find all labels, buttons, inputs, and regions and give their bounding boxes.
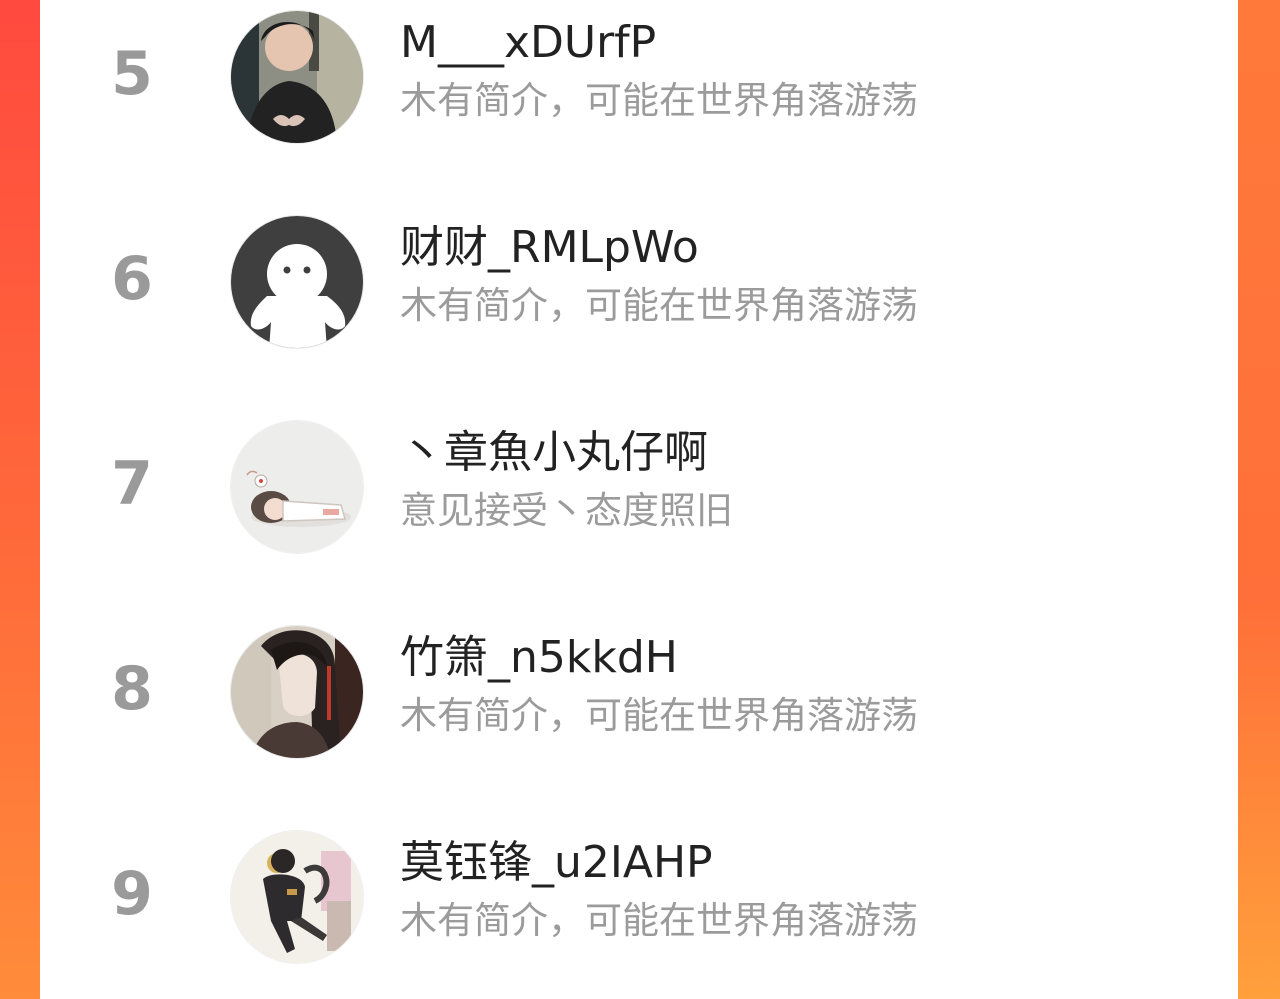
rank-number: 6 (111, 244, 153, 314)
list-item[interactable]: 7 丶章魚小丸仔啊 意见接受丶态度照旧 (40, 415, 1238, 555)
user-name[interactable]: 丶章魚小丸仔啊 (400, 425, 708, 481)
user-bio: 木有简介，可能在世界角落游荡 (400, 694, 918, 737)
rank-number: 5 (111, 39, 153, 109)
avatar[interactable] (230, 830, 364, 964)
user-photo-icon (231, 11, 363, 143)
avatar[interactable] (230, 215, 364, 349)
default-avatar-icon (231, 216, 363, 348)
list-item[interactable]: 8 竹箫_n5kkdH 木有简介，可能在世界角落游荡 (40, 620, 1238, 760)
user-name[interactable]: 莫钰锋_u2IAHP (400, 835, 713, 891)
user-bio: 意见接受丶态度照旧 (400, 489, 733, 532)
user-name[interactable]: 竹箫_n5kkdH (400, 630, 678, 686)
list-item[interactable]: 9 莫钰锋_u2IAHP 木有简介，可能在世界角落游荡 (40, 825, 1238, 965)
avatar[interactable] (230, 10, 364, 144)
avatar[interactable] (230, 625, 364, 759)
ranking-list: 5 M___xDUrfP 木有简介，可能在世界角落游荡 6 财财_RMLpWo … (40, 0, 1238, 999)
anime-figure-icon (231, 831, 363, 963)
anime-portrait-icon (231, 626, 363, 758)
right-gutter (1238, 0, 1280, 999)
list-item[interactable]: 5 M___xDUrfP 木有简介，可能在世界角落游荡 (40, 5, 1238, 145)
rank-number: 7 (111, 449, 153, 519)
user-bio: 木有简介，可能在世界角落游荡 (400, 284, 918, 327)
user-bio: 木有简介，可能在世界角落游荡 (400, 899, 918, 942)
user-bio: 木有简介，可能在世界角落游荡 (400, 79, 918, 122)
user-name[interactable]: 财财_RMLpWo (400, 220, 699, 276)
sleeping-character-icon (231, 421, 363, 553)
rank-number: 9 (111, 859, 153, 929)
rank-number: 8 (111, 654, 153, 724)
user-name[interactable]: M___xDUrfP (400, 15, 656, 71)
list-item[interactable]: 6 财财_RMLpWo 木有简介，可能在世界角落游荡 (40, 210, 1238, 350)
avatar[interactable] (230, 420, 364, 554)
